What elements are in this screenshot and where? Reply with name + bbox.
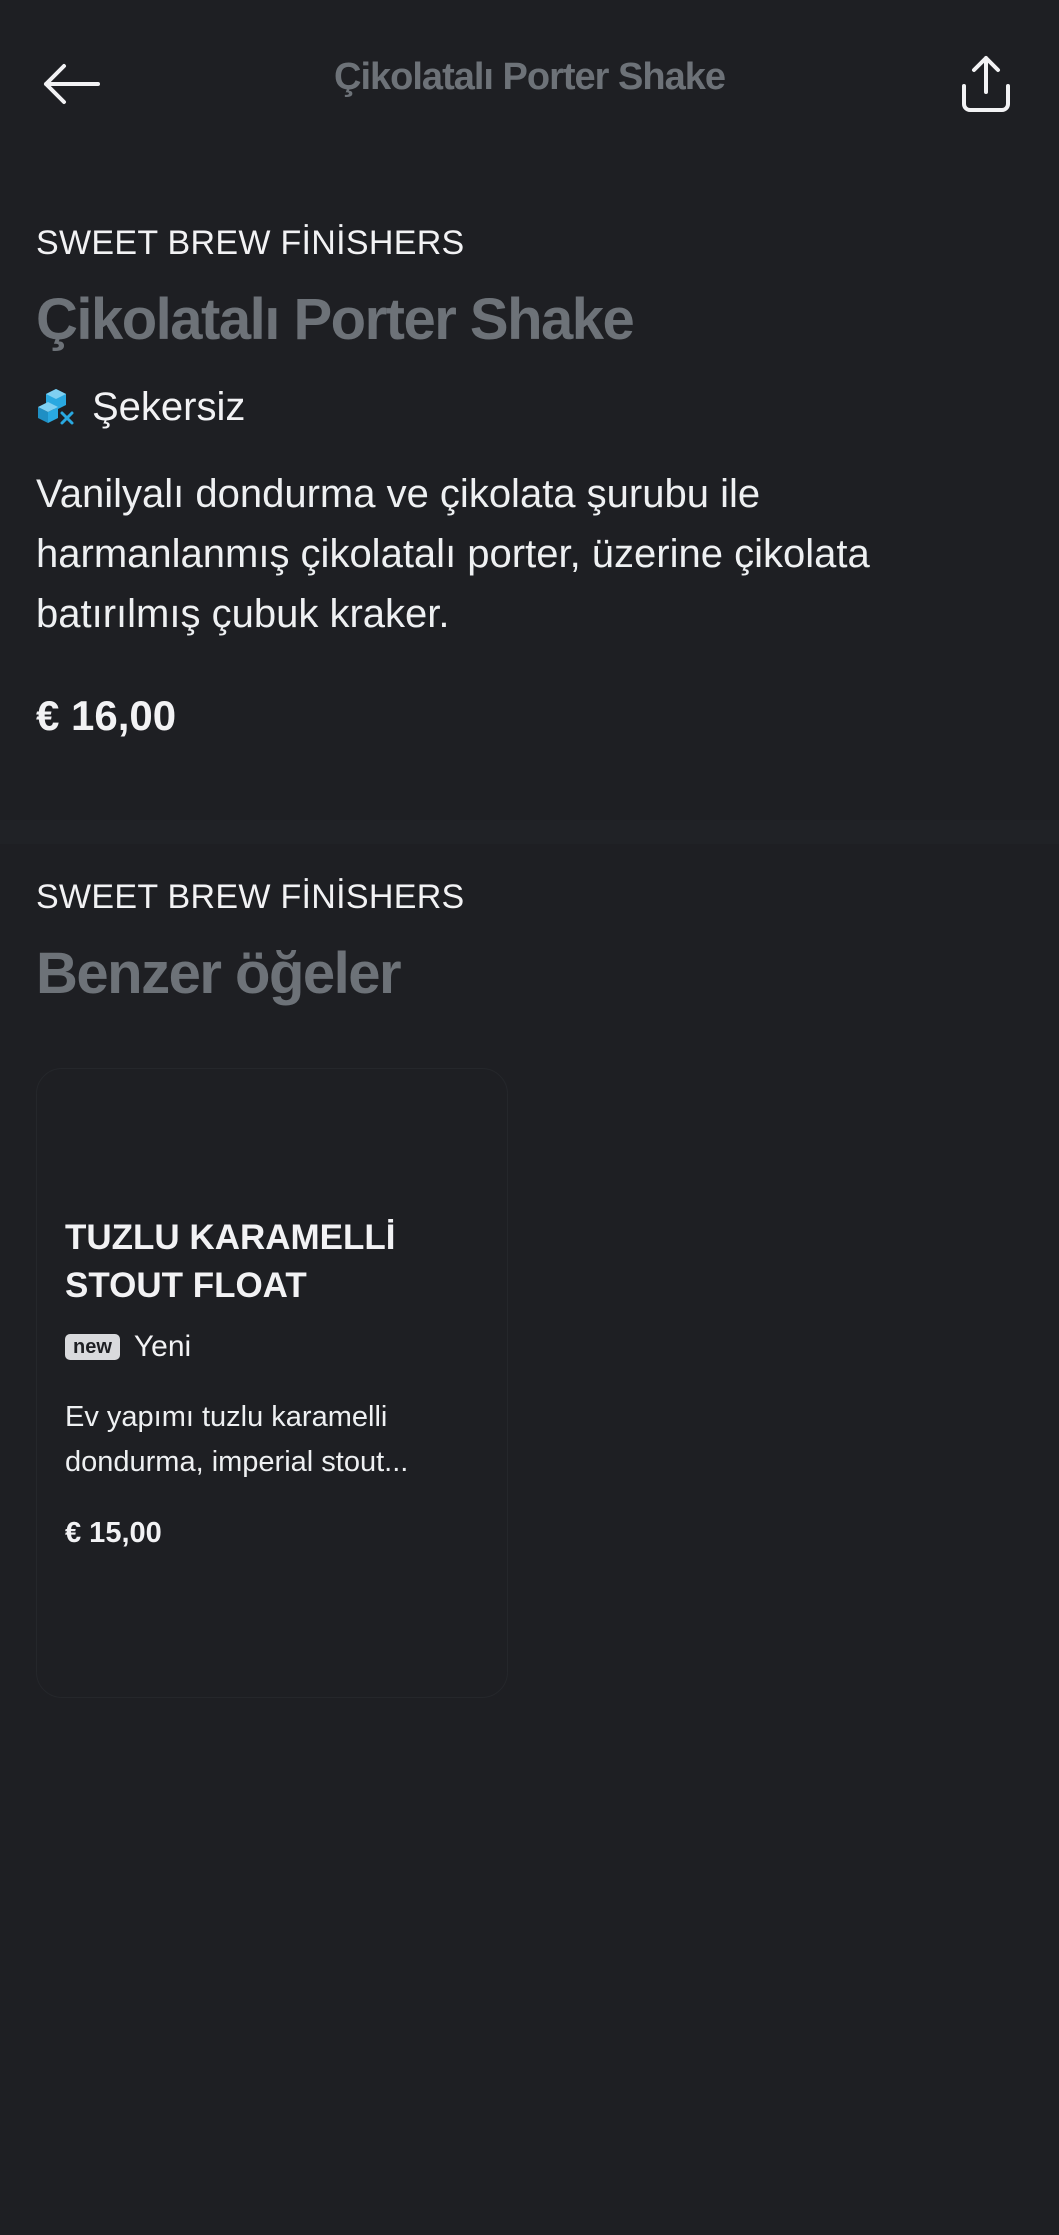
share-button[interactable] xyxy=(946,46,1026,122)
dietary-tag-label: Şekersiz xyxy=(92,384,246,429)
page-title: Çikolatalı Porter Shake xyxy=(334,56,726,98)
similar-section-title: Benzer öğeler xyxy=(36,941,402,1006)
arrow-left-icon xyxy=(44,64,100,104)
share-icon xyxy=(962,56,1010,112)
dietary-tag: Şekersiz xyxy=(36,382,245,432)
item-description: Vanilyalı dondurma ve çikolata şurubu il… xyxy=(36,472,870,636)
new-badge-label: Yeni xyxy=(133,1330,192,1363)
item-title: Çikolatalı Porter Shake xyxy=(36,287,635,352)
section-divider xyxy=(0,820,1059,844)
top-bar: Çikolatalı Porter Shake xyxy=(0,0,1059,170)
item-category: SWEET BREW FİNİSHERS xyxy=(36,224,465,262)
similar-category: SWEET BREW FİNİSHERS xyxy=(36,878,465,916)
similar-item-title: TUZLU KARAMELLİ STOUT FLOAT xyxy=(65,1218,396,1305)
similar-item-card[interactable]: TUZLU KARAMELLİ STOUT FLOAT new Yeni Ev … xyxy=(36,1068,508,1698)
similar-item-badge-row: new Yeni xyxy=(65,1327,191,1367)
back-button[interactable] xyxy=(36,56,108,112)
item-price: € 16,00 xyxy=(36,692,177,739)
similar-item-price: € 15,00 xyxy=(65,1517,162,1549)
new-badge: new xyxy=(65,1334,120,1360)
similar-item-description: Ev yapımı tuzlu karamelli dondurma, impe… xyxy=(65,1401,409,1478)
sugar-free-icon xyxy=(38,389,74,425)
